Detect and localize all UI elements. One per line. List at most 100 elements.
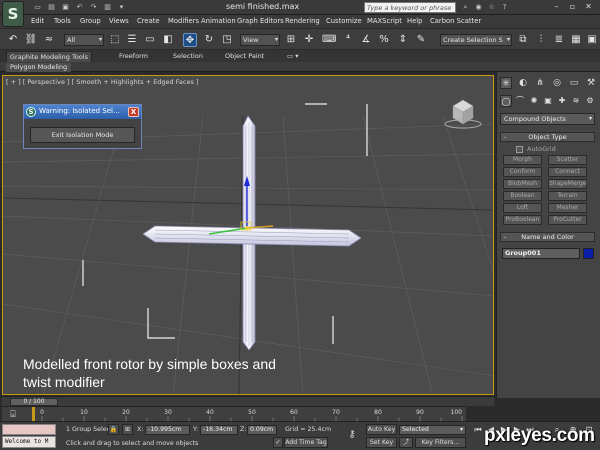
redo-icon[interactable]: ↷ — [88, 2, 99, 13]
align-icon[interactable]: ⫶ — [534, 33, 548, 47]
menu-modifiers[interactable]: Modifiers — [168, 17, 199, 25]
blobmesh-button[interactable]: BlobMesh — [503, 179, 542, 189]
set-key-mode-key-icon[interactable]: ⚷ — [343, 430, 361, 443]
select-manipulate-icon[interactable]: ✛ — [302, 33, 316, 47]
selection-lock-icon[interactable]: 🔒 — [108, 424, 119, 435]
helpers-icon[interactable]: ✚ — [556, 95, 568, 107]
select-and-rotate-icon[interactable]: ↻ — [202, 33, 216, 47]
proboolean-button[interactable]: ProBoolean — [503, 215, 542, 225]
time-tag-icon[interactable]: ✓ — [273, 437, 283, 448]
set-key-button[interactable]: Set Key — [366, 437, 397, 448]
display-tab-icon[interactable]: ▭ — [568, 77, 580, 89]
menu-rendering[interactable]: Rendering — [285, 17, 320, 25]
selection-filter-dropdown[interactable]: All ▾ — [64, 34, 104, 46]
select-object-icon[interactable]: ⬚ — [108, 33, 122, 47]
angle-snap-icon[interactable]: ∡ — [359, 33, 373, 47]
space-warps-icon[interactable]: ≋ — [570, 95, 582, 107]
save-icon[interactable]: ▣ — [60, 2, 71, 13]
ribbon-options-icon[interactable]: ▭ ▾ — [284, 51, 301, 62]
quick-access-dropdown-icon[interactable]: ▾ — [116, 2, 127, 13]
search-icon[interactable]: ⌕ — [460, 2, 471, 13]
undo-icon[interactable]: ↶ — [74, 2, 85, 13]
maximize-icon[interactable]: ▫ — [566, 1, 579, 13]
default-in-out-tangent-icon[interactable]: ⤴ — [399, 437, 413, 448]
select-by-name-icon[interactable]: ☰ — [125, 33, 139, 47]
maxscript-output[interactable] — [2, 424, 56, 435]
named-selection-dropdown[interactable]: Create Selection S ▾ — [440, 34, 512, 46]
help-icon[interactable]: ? — [499, 2, 510, 13]
search-input[interactable]: Type a keyword or phrase — [364, 2, 456, 13]
tab-object-paint[interactable]: Object Paint — [222, 51, 267, 62]
shapes-icon[interactable]: ⌒ — [514, 95, 526, 107]
dialog-title-bar[interactable]: S Warning: Isolated Sel... X — [24, 105, 141, 119]
systems-icon[interactable]: ⚙ — [584, 95, 596, 107]
mesher-button[interactable]: Mesher — [548, 203, 587, 213]
autogrid-checkbox[interactable] — [516, 146, 523, 153]
undo-scene-icon[interactable]: ↶ — [6, 33, 20, 47]
menu-create[interactable]: Create — [137, 17, 160, 25]
key-filters-button[interactable]: Key Filters... — [415, 437, 466, 448]
select-and-scale-icon[interactable]: ◳ — [220, 33, 234, 47]
connect-button[interactable]: Connect — [548, 167, 587, 177]
communication-center-icon[interactable]: ◉ — [473, 2, 484, 13]
loft-button[interactable]: Loft — [503, 203, 542, 213]
new-file-icon[interactable]: ▭ — [32, 2, 43, 13]
menu-graph-editors[interactable]: Graph Editors — [237, 17, 284, 25]
conform-button[interactable]: Conform — [503, 167, 542, 177]
link-icon[interactable]: ⛓ — [24, 33, 38, 47]
menu-maxscript[interactable]: MAXScript — [367, 17, 402, 25]
mini-curve-editor-icon[interactable]: ⌸ — [6, 409, 20, 421]
object-category-dropdown[interactable]: Compound Objects ▾ — [500, 113, 595, 125]
time-slider-thumb[interactable]: 0 / 100 — [10, 398, 58, 406]
hierarchy-tab-icon[interactable]: ⋔ — [534, 77, 546, 89]
layer-manager-icon[interactable]: ≣ — [552, 33, 566, 47]
edit-named-selections-icon[interactable]: ✎ — [414, 33, 428, 47]
tab-graphite-modeling-tools[interactable]: Graphite Modeling Tools — [6, 51, 93, 62]
tab-selection[interactable]: Selection — [170, 51, 206, 62]
modify-tab-icon[interactable]: ◐ — [517, 77, 529, 89]
terrain-button[interactable]: Terrain — [548, 191, 587, 201]
menu-views[interactable]: Views — [109, 17, 129, 25]
geometry-icon[interactable]: ◯ — [500, 95, 512, 107]
dialog-close-icon[interactable]: X — [128, 107, 139, 117]
polygon-modeling-panel[interactable]: Polygon Modeling — [6, 63, 72, 72]
shapemerge-button[interactable]: ShapeMerge — [548, 179, 587, 189]
y-coordinate-field[interactable]: -16.34cm — [200, 425, 238, 435]
menu-edit[interactable]: Edit — [31, 17, 44, 25]
object-type-rollout[interactable]: - Object Type — [500, 132, 595, 142]
render-setup-icon[interactable]: ▦ — [569, 33, 583, 47]
time-slider[interactable]: 0 / 100 — [2, 396, 494, 406]
create-tab-icon[interactable]: ✳ — [500, 77, 512, 89]
menu-customize[interactable]: Customize — [326, 17, 362, 25]
close-window-icon[interactable]: ✕ — [582, 1, 595, 13]
menu-group[interactable]: Group — [80, 17, 101, 25]
add-time-tag-button[interactable]: Add Time Tag — [284, 437, 328, 448]
window-crossing-icon[interactable]: ◧ — [161, 33, 175, 47]
go-to-start-icon[interactable]: ⏮ — [472, 424, 484, 435]
boolean-button[interactable]: Boolean — [503, 191, 542, 201]
scatter-button[interactable]: Scatter — [548, 155, 587, 165]
morph-button[interactable]: Morph — [503, 155, 542, 165]
minimize-icon[interactable]: – — [550, 1, 563, 13]
z-coordinate-field[interactable]: 0.09cm — [247, 425, 277, 435]
app-logo-icon[interactable]: S — [2, 1, 24, 27]
object-color-swatch[interactable] — [583, 248, 594, 259]
auto-key-button[interactable]: Auto Key — [366, 424, 397, 435]
key-mode-dropdown[interactable]: Selected ▾ — [399, 425, 466, 435]
percent-snap-icon[interactable]: % — [377, 33, 391, 47]
favorites-star-icon[interactable]: ☆ — [486, 2, 497, 13]
menu-animation[interactable]: Animation — [201, 17, 236, 25]
open-file-icon[interactable]: ▤ — [46, 2, 57, 13]
utilities-tab-icon[interactable]: ⚒ — [585, 77, 597, 89]
bind-space-warp-icon[interactable]: ≈ — [42, 33, 56, 47]
reference-coordinate-dropdown[interactable]: View ▾ — [240, 34, 280, 46]
viewport-label[interactable]: [ + ] [ Perspective ] [ Smooth + Highlig… — [6, 78, 198, 86]
cameras-icon[interactable]: ▣ — [542, 95, 554, 107]
project-folder-icon[interactable]: ▥ — [102, 2, 113, 13]
keyboard-shortcut-icon[interactable]: ⌨ — [322, 33, 336, 47]
rectangular-selection-icon[interactable]: ▭ — [143, 33, 157, 47]
lights-icon[interactable]: ✺ — [528, 95, 540, 107]
maxscript-listener-input[interactable]: Welcome to M — [2, 436, 56, 448]
mirror-icon[interactable]: ⧉ — [516, 33, 530, 47]
exit-isolation-button[interactable]: Exit Isolation Mode — [30, 127, 135, 143]
